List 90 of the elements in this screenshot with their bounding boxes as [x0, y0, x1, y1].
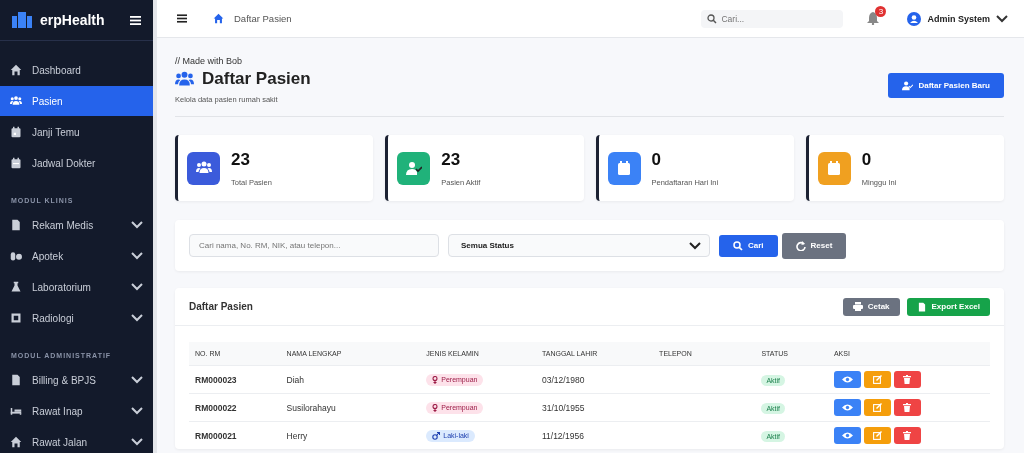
sidebar-item[interactable]: Jadwal Dokter: [0, 148, 153, 178]
table-cell: RM000022: [195, 402, 237, 413]
table-cell: RM000021: [195, 430, 237, 441]
sidebar-item[interactable]: Pasien: [0, 86, 153, 116]
edit-icon: [872, 375, 882, 384]
document-icon: [10, 374, 22, 386]
home-icon: [213, 13, 224, 24]
edit-icon: [872, 403, 882, 412]
chevron-down-icon: [131, 221, 143, 229]
eye-icon: [841, 376, 853, 383]
edit-button[interactable]: [863, 427, 891, 444]
code-comment: // Made with Bob: [175, 56, 244, 66]
delete-button[interactable]: [893, 371, 921, 388]
trash-icon: [903, 403, 912, 412]
flask-icon: [10, 281, 22, 293]
print-button[interactable]: Cetak: [842, 297, 900, 316]
chevron-down-icon: [996, 14, 1008, 23]
user-menu[interactable]: Admin System: [907, 11, 1008, 26]
search-icon: [733, 240, 743, 251]
sidebar-item[interactable]: Laboratorium: [0, 272, 153, 302]
calendar-icon: [10, 157, 22, 169]
chevron-down-icon: [131, 283, 143, 291]
notification-count: 3: [875, 5, 887, 17]
document-icon: [916, 301, 927, 312]
table-cell: RM000023: [195, 374, 237, 385]
redo-icon: [795, 240, 806, 251]
view-button[interactable]: [833, 399, 861, 416]
sidebar-item[interactable]: Apotek: [0, 241, 153, 271]
menu-icon[interactable]: [130, 15, 141, 25]
bell-icon[interactable]: [867, 11, 880, 25]
calendar-icon: [10, 126, 22, 138]
sidebar-item[interactable]: Dashboard: [0, 55, 153, 85]
delete-button[interactable]: [893, 399, 921, 416]
search-field[interactable]: Cari...: [701, 9, 844, 28]
edit-button[interactable]: [863, 399, 891, 416]
users-icon: [10, 95, 22, 107]
view-button[interactable]: [833, 371, 861, 388]
edit-icon: [872, 431, 882, 440]
hospital-logo-icon: [12, 12, 32, 28]
search-icon: [707, 13, 718, 24]
search-button[interactable]: Cari: [719, 234, 778, 257]
sidebar-item[interactable]: Radiologi: [0, 303, 153, 333]
trash-icon: [903, 375, 912, 384]
stat-value: 0: [651, 149, 662, 170]
chevron-down-icon: [131, 438, 143, 446]
sidebar-item[interactable]: Janji Temu: [0, 117, 153, 147]
user-avatar-icon: [907, 11, 922, 26]
menu-icon[interactable]: [177, 14, 187, 23]
status-dropdown[interactable]: Semua Status: [448, 234, 710, 257]
table-cell: 31/10/1955: [541, 402, 585, 413]
document-icon: [10, 219, 22, 231]
table-cell: Herry: [286, 430, 308, 441]
sidebar-item[interactable]: Rawat Jalan: [0, 427, 153, 453]
sidebar-item[interactable]: Rekam Medis: [0, 210, 153, 240]
male-symbol-icon: [432, 431, 441, 440]
eye-icon: [841, 432, 853, 439]
sidebar-item[interactable]: Rawat Inap: [0, 396, 153, 426]
eye-icon: [841, 404, 853, 411]
female-symbol-icon: [432, 403, 439, 412]
new-patient-button[interactable]: Daftar Pasien Baru: [888, 73, 1004, 98]
printer-icon: [852, 302, 863, 311]
table-cell: Susilorahayu: [286, 402, 336, 413]
view-button[interactable]: [833, 427, 861, 444]
pills-icon: [10, 250, 22, 262]
brand-name: erpHealth: [40, 12, 106, 28]
bed-icon: [10, 405, 22, 417]
reset-button[interactable]: Reset: [781, 232, 847, 259]
chevron-down-icon: [131, 376, 143, 384]
trash-icon: [903, 431, 912, 440]
sidebar-item[interactable]: Billing & BPJS: [0, 365, 153, 395]
edit-button[interactable]: [863, 371, 891, 388]
stat-value: 0: [861, 149, 873, 170]
table-title: Daftar Pasien: [189, 301, 254, 312]
page-title: Daftar Pasien: [202, 69, 311, 89]
female-symbol-icon: [432, 375, 439, 384]
stat-value: 23: [231, 149, 251, 170]
home-icon: [10, 64, 22, 76]
breadcrumb-item[interactable]: Daftar Pasien: [234, 13, 692, 24]
image-icon: [10, 312, 22, 324]
table-cell: 03/12/1980: [541, 374, 585, 385]
chevron-down-icon: [131, 314, 143, 322]
table-cell: Diah: [286, 374, 305, 385]
search-field[interactable]: Cari nama, No. RM, NIK, atau telepon...: [189, 234, 439, 257]
stat-value: 23: [441, 149, 462, 170]
home-icon: [10, 436, 22, 448]
chevron-down-icon: [689, 241, 701, 250]
chevron-down-icon: [131, 407, 143, 415]
chevron-down-icon: [131, 252, 143, 260]
table-cell: 11/12/1956: [541, 430, 584, 441]
delete-button[interactable]: [893, 427, 921, 444]
